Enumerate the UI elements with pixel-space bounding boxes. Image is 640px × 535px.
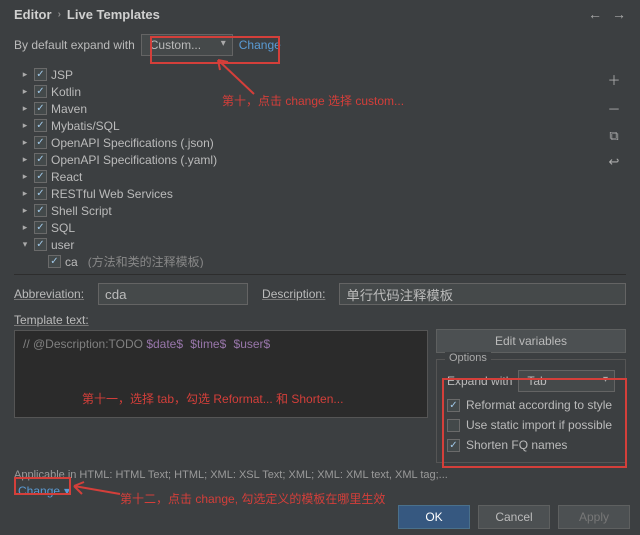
expand-with-value: Tab <box>527 374 546 388</box>
group-checkbox[interactable] <box>34 170 47 183</box>
shorten-fq-checkbox[interactable] <box>447 439 460 452</box>
group-checkbox[interactable] <box>34 68 47 81</box>
code-comment: // @Description:TODO <box>23 337 146 351</box>
remove-icon[interactable]: － <box>607 99 620 118</box>
expand-with-combo[interactable]: Tab <box>518 370 615 392</box>
ok-button[interactable]: OK <box>398 505 470 529</box>
chevron-right-icon[interactable]: ▸ <box>20 120 30 131</box>
chevron-right-icon[interactable]: ▸ <box>20 188 30 199</box>
tree-group[interactable]: ▸ Shell Script <box>14 202 602 219</box>
group-label: Mybatis/SQL <box>51 119 120 133</box>
tree-group[interactable]: ▸ OpenAPI Specifications (.yaml) <box>14 151 602 168</box>
chevron-right-icon[interactable]: ▸ <box>20 86 30 97</box>
annotation-text-3: 第十二，点击 change, 勾选定义的模板在哪里生效 <box>120 490 385 507</box>
breadcrumb-current: Live Templates <box>67 7 160 22</box>
description-label: Description: <box>262 287 325 301</box>
revert-icon[interactable]: ↩ <box>609 154 620 170</box>
chevron-right-icon[interactable]: ▸ <box>20 222 30 233</box>
group-checkbox[interactable] <box>34 221 47 234</box>
template-desc: (方法和类的注释模板) <box>88 253 204 268</box>
group-label: SQL <box>51 221 75 235</box>
options-group: Options Expand with Tab Reformat accordi… <box>436 359 626 463</box>
group-label: Shell Script <box>51 204 112 218</box>
group-checkbox[interactable] <box>34 153 47 166</box>
applicable-contexts-text: Applicable in HTML: HTML Text; HTML; XML… <box>0 463 640 481</box>
tree-group[interactable]: ▾ user <box>14 236 602 253</box>
breadcrumb: Editor › Live Templates <box>14 7 160 22</box>
static-import-label: Use static import if possible <box>466 418 612 432</box>
expand-with-label: By default expand with <box>14 38 135 52</box>
default-expand-value: Custom... <box>150 38 201 52</box>
group-checkbox[interactable] <box>34 187 47 200</box>
group-checkbox[interactable] <box>34 238 47 251</box>
add-icon[interactable]: ＋ <box>607 70 620 89</box>
chevron-right-icon[interactable]: ▸ <box>20 171 30 182</box>
group-label: React <box>51 170 82 184</box>
annotation-text-2: 第十一，选择 tab，勾选 Reformat... 和 Shorten... <box>82 390 343 407</box>
template-text-label: Template text: <box>14 313 428 327</box>
abbreviation-input[interactable] <box>98 283 248 305</box>
group-checkbox[interactable] <box>34 136 47 149</box>
template-label: ca <box>65 255 78 269</box>
chevron-right-icon[interactable]: ▸ <box>20 154 30 165</box>
edit-variables-button[interactable]: Edit variables <box>436 329 626 353</box>
default-expand-combo[interactable]: Custom... <box>141 34 233 56</box>
expand-with-option-label: Expand with <box>447 374 512 388</box>
annotation-arrow-3 <box>70 480 124 500</box>
chevron-right-icon: › <box>58 9 61 20</box>
group-label: Kotlin <box>51 85 81 99</box>
reformat-label: Reformat according to style <box>466 398 612 412</box>
breadcrumb-parent[interactable]: Editor <box>14 7 52 22</box>
tree-template-item[interactable]: ca (方法和类的注释模板) <box>14 253 602 268</box>
chevron-right-icon[interactable]: ▸ <box>20 103 30 114</box>
template-checkbox[interactable] <box>48 255 61 268</box>
back-icon[interactable]: ← <box>588 6 602 22</box>
apply-button[interactable]: Apply <box>558 505 630 529</box>
change-context-link[interactable]: Change ▾ <box>14 483 74 499</box>
tree-group[interactable]: ▸ RESTful Web Services <box>14 185 602 202</box>
static-import-checkbox[interactable] <box>447 419 460 432</box>
cancel-button[interactable]: Cancel <box>478 505 550 529</box>
change-context-label: Change <box>18 484 60 498</box>
tree-group[interactable]: ▸ React <box>14 168 602 185</box>
change-default-expand-link[interactable]: Change <box>239 38 281 52</box>
annotation-text-1: 第十，点击 change 选择 custom... <box>222 92 404 109</box>
group-checkbox[interactable] <box>34 102 47 115</box>
group-label: OpenAPI Specifications (.yaml) <box>51 153 217 167</box>
reformat-checkbox[interactable] <box>447 399 460 412</box>
group-label: JSP <box>51 68 73 82</box>
abbreviation-label: Abbreviation: <box>14 287 84 301</box>
group-label: Maven <box>51 102 87 116</box>
chevron-right-icon[interactable]: ▸ <box>20 137 30 148</box>
separator <box>14 274 626 275</box>
tree-group[interactable]: ▸ SQL <box>14 219 602 236</box>
options-legend: Options <box>445 352 491 364</box>
group-label: user <box>51 238 74 252</box>
tree-group[interactable]: ▸ OpenAPI Specifications (.json) <box>14 134 602 151</box>
tree-group[interactable]: ▸ JSP <box>14 66 602 83</box>
group-checkbox[interactable] <box>34 204 47 217</box>
group-checkbox[interactable] <box>34 85 47 98</box>
group-checkbox[interactable] <box>34 119 47 132</box>
chevron-down-icon[interactable]: ▾ <box>20 239 30 250</box>
forward-icon[interactable]: → <box>612 6 626 22</box>
group-label: RESTful Web Services <box>51 187 173 201</box>
tree-group[interactable]: ▸ Mybatis/SQL <box>14 117 602 134</box>
chevron-right-icon[interactable]: ▸ <box>20 69 30 80</box>
shorten-fq-label: Shorten FQ names <box>466 438 567 452</box>
group-label: OpenAPI Specifications (.json) <box>51 136 214 150</box>
chevron-down-icon: ▾ <box>64 484 70 498</box>
chevron-right-icon[interactable]: ▸ <box>20 205 30 216</box>
description-input[interactable] <box>339 283 626 305</box>
copy-icon[interactable]: ⧉ <box>609 128 618 144</box>
